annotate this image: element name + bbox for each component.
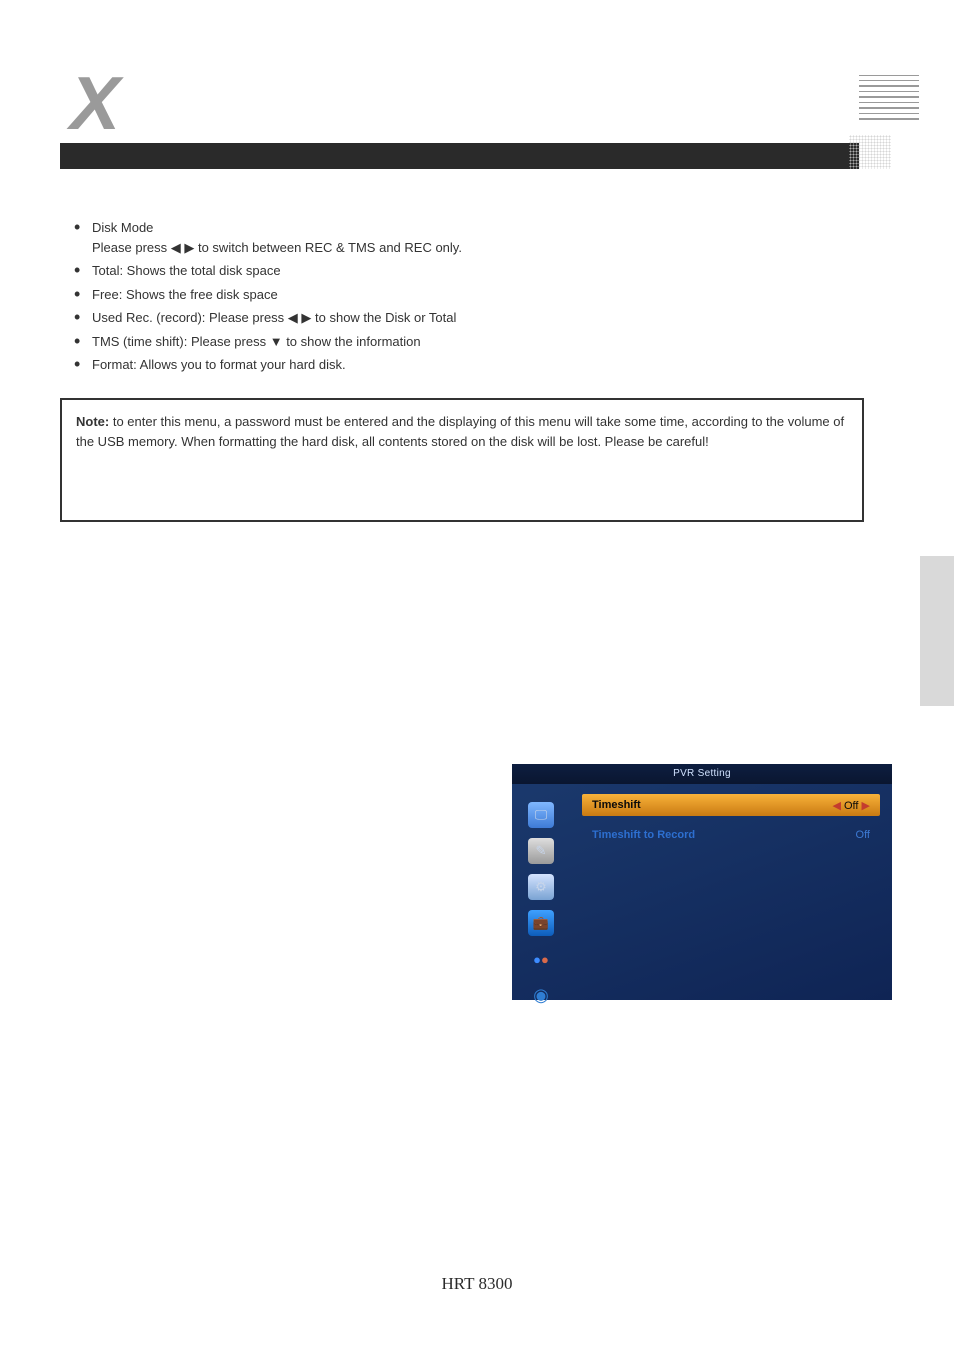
bullet-text: Disk Mode <box>92 220 153 235</box>
feature-bullet-list: Disk Mode Please press ◀ ▶ to switch bet… <box>74 218 864 379</box>
dots-icon: ● ● <box>528 946 554 972</box>
pvr-row-timeshift[interactable]: Timeshift ◀ Off ▶ <box>582 794 880 816</box>
page-footer: HRT 8300 <box>0 1274 954 1294</box>
bullet-item: Total: Shows the total disk space <box>74 261 864 281</box>
monitor-icon: 🖵 <box>528 802 554 828</box>
section-header-bar <box>60 143 859 169</box>
bullet-text: Format: Allows you to format your hard d… <box>92 357 346 372</box>
pvr-row-timeshift-record[interactable]: Timeshift to Record Off <box>582 824 880 846</box>
bullet-text: Free: Shows the free disk space <box>92 287 278 302</box>
gear-icon: ⚙ <box>528 874 554 900</box>
arrow-right-icon[interactable]: ▶ <box>862 800 870 812</box>
pvr-row-value-group: ◀ Off ▶ <box>832 799 870 812</box>
bullet-text: TMS (time shift): Please press ▼ to show… <box>92 334 421 349</box>
storage-icon: ◉ <box>528 982 554 1008</box>
note-box: Note: to enter this menu, a password mus… <box>60 398 864 522</box>
pvr-row-label: Timeshift to Record <box>592 829 695 841</box>
pvr-row-value: Off <box>856 829 870 841</box>
note-title: Note: <box>76 414 109 429</box>
bullet-item: TMS (time shift): Please press ▼ to show… <box>74 332 864 352</box>
bullet-text: Total: Shows the total disk space <box>92 263 281 278</box>
bullet-text: Used Rec. (record): Please press ◀ ▶ to … <box>92 310 456 325</box>
decorative-dots <box>849 135 891 169</box>
bullet-item: Free: Shows the free disk space <box>74 285 864 305</box>
bullet-text: Please press ◀ ▶ to switch between REC &… <box>92 240 462 255</box>
pvr-title: PVR Setting <box>512 764 892 784</box>
pvr-row-label: Timeshift <box>592 799 641 811</box>
pencil-icon: ✎ <box>528 838 554 864</box>
logo-x <box>60 60 150 135</box>
briefcase-icon: 💼 <box>528 910 554 936</box>
pvr-settings-screenshot: PVR Setting 🖵 ✎ ⚙ 💼 ● ● ◉ Timeshift ◀ Of… <box>512 764 892 1000</box>
pvr-sidebar: 🖵 ✎ ⚙ 💼 ● ● ◉ <box>528 802 562 1018</box>
arrow-left-icon[interactable]: ◀ <box>832 800 840 812</box>
bullet-item: Format: Allows you to format your hard d… <box>74 355 864 375</box>
decorative-lines <box>859 75 919 124</box>
page-edge-tab <box>920 556 954 706</box>
bullet-item: Used Rec. (record): Please press ◀ ▶ to … <box>74 308 864 328</box>
bullet-item: Disk Mode Please press ◀ ▶ to switch bet… <box>74 218 864 257</box>
pvr-row-value: Off <box>844 800 858 812</box>
note-body: to enter this menu, a password must be e… <box>76 414 844 449</box>
